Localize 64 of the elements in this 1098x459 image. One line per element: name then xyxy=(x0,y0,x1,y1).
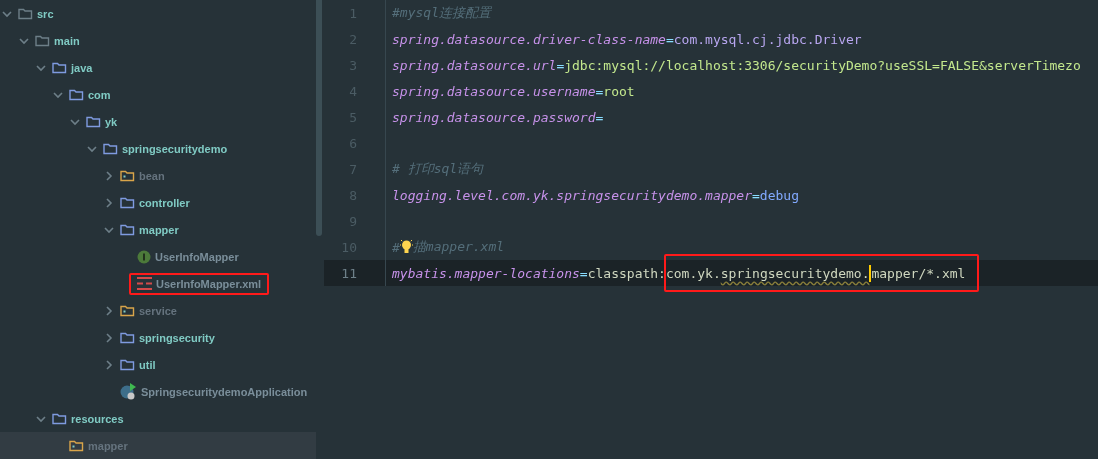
chevron-right-icon[interactable] xyxy=(103,304,115,317)
folder-icon xyxy=(120,169,135,182)
folder-icon xyxy=(120,304,135,317)
tree-item[interactable]: yk xyxy=(86,110,122,133)
code-token: root xyxy=(603,83,635,99)
code-token: = xyxy=(556,57,565,73)
code-token: com.yk. xyxy=(665,265,721,281)
code-token: = xyxy=(595,109,604,125)
spring-class-icon xyxy=(120,383,137,400)
code-token: = xyxy=(595,83,604,99)
chevron-right-icon[interactable] xyxy=(103,331,115,344)
warning-underlined-code: springsecuritydemo. xyxy=(720,265,870,281)
tree-item[interactable]: src xyxy=(18,2,58,25)
code-token: logging.level.com.yk.springsecuritydemo.mapper xyxy=(392,187,753,203)
folder-icon xyxy=(52,61,67,74)
interface-icon xyxy=(137,249,151,264)
tree-item[interactable]: SpringsecuritydemoApplication xyxy=(120,380,312,403)
chevron-right-icon[interactable] xyxy=(103,196,115,209)
tree-item[interactable]: util xyxy=(120,353,160,376)
text-caret xyxy=(869,264,872,282)
folder-icon xyxy=(86,115,101,128)
code-token: spring.datasource.url xyxy=(392,57,557,73)
code-token: spring.datasource.password xyxy=(392,109,596,125)
folder-icon xyxy=(120,331,135,344)
chevron-right-icon[interactable] xyxy=(103,358,115,371)
highlighted-tree-item[interactable]: UserInfoMapper.xml xyxy=(129,272,270,295)
tree-item[interactable]: springsecurity xyxy=(120,326,219,349)
folder-icon xyxy=(35,34,50,47)
tree-item[interactable]: java xyxy=(52,56,97,79)
code-token: com.mysql.cj.jdbc.Driver xyxy=(673,31,862,47)
code-token: spring.datasource.username xyxy=(392,83,596,99)
code-token: classpath: xyxy=(587,265,666,281)
code-token: = xyxy=(665,31,674,47)
tree-item[interactable]: springsecuritydemo xyxy=(103,137,232,160)
code-token: mapper/*.xml xyxy=(871,265,966,281)
folder-icon xyxy=(120,358,135,371)
tree-item[interactable]: UserInfoMapper xyxy=(137,245,243,268)
tree-item[interactable]: controller xyxy=(120,191,194,214)
folder-icon xyxy=(52,412,67,425)
xml-file-icon xyxy=(137,277,152,290)
tree-item[interactable]: main xyxy=(35,29,84,52)
code-token: jdbc:mysql://localhost:3306/securityDemo?useSSL=FALSE&serverTimezo xyxy=(564,57,1081,73)
folder-icon xyxy=(103,142,118,155)
code-token: = xyxy=(579,265,588,281)
tree-item[interactable]: com xyxy=(69,83,115,106)
folder-icon xyxy=(120,196,135,209)
code-token: spring.datasource.driver-class-name xyxy=(392,31,666,47)
scrollbar-thumb[interactable] xyxy=(316,0,322,236)
folder-icon xyxy=(120,223,135,236)
tree-item[interactable]: mapper xyxy=(120,218,183,241)
code-comment: #mysql连接配置 xyxy=(392,4,491,22)
line-number: 11 xyxy=(324,260,386,286)
code-comment: # 打印sql语句 xyxy=(392,160,484,178)
code-token: mybatis.mapper-locations xyxy=(392,265,580,281)
code-comment: 描mapper.xml xyxy=(412,238,505,256)
folder-icon xyxy=(69,88,84,101)
tree-item[interactable]: resources xyxy=(52,407,128,430)
code-comment: # xyxy=(392,239,400,255)
lightbulb-icon[interactable] xyxy=(399,239,413,255)
folder-icon xyxy=(69,439,84,452)
code-token: = xyxy=(752,187,760,203)
code-token: debug xyxy=(759,187,799,203)
folder-icon xyxy=(18,7,33,20)
chevron-right-icon[interactable] xyxy=(103,169,115,182)
